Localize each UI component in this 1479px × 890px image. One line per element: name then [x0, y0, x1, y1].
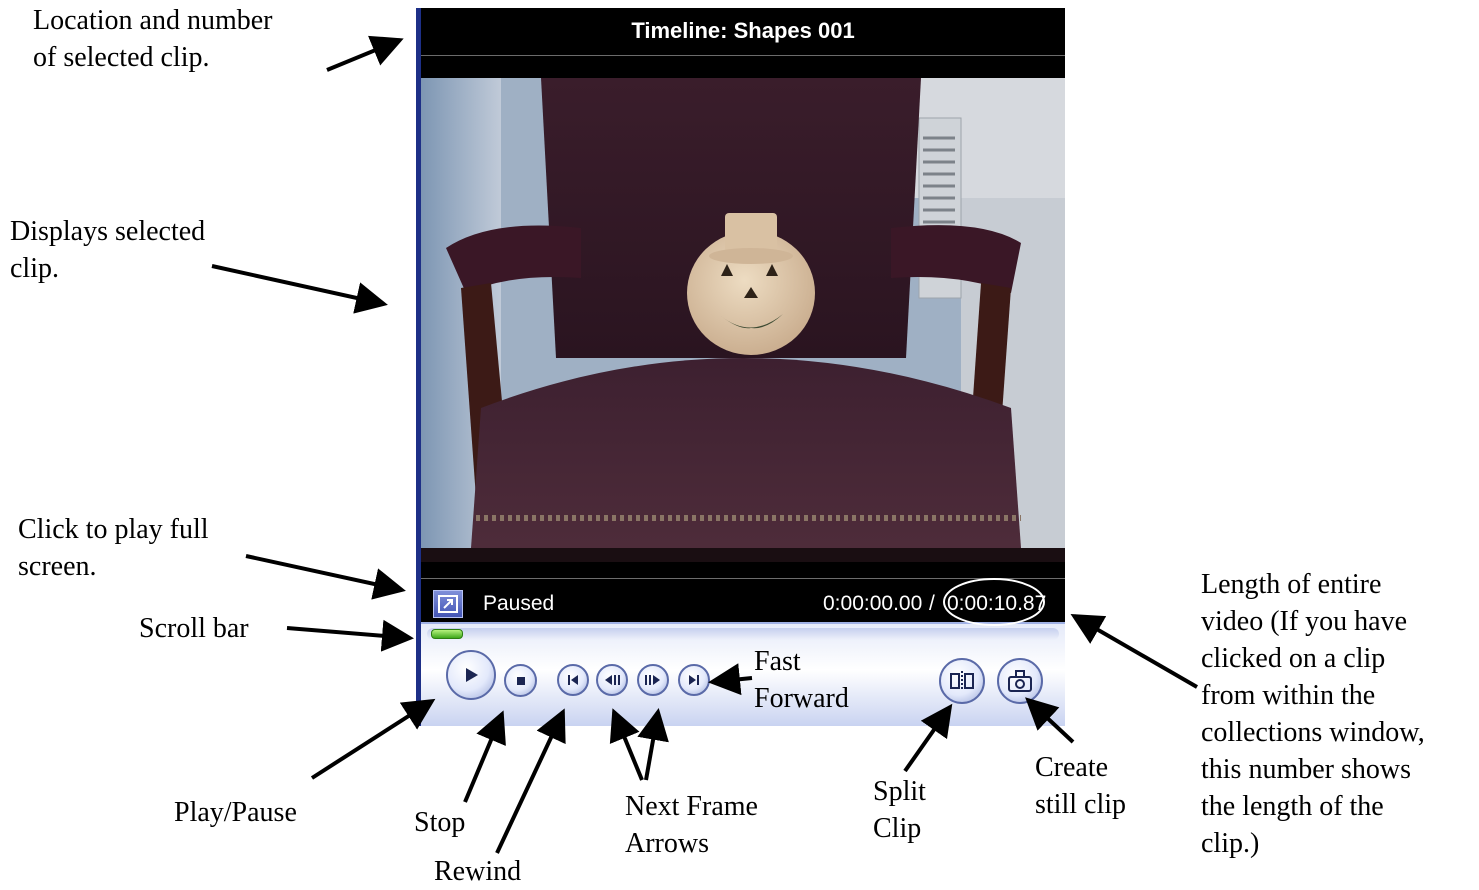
arrow-scrollbar [286, 619, 414, 652]
arrow-rewind [495, 708, 566, 854]
arrow-play-pause [310, 698, 436, 780]
next-frame-button[interactable] [637, 664, 669, 696]
previous-frame-icon [605, 675, 620, 685]
video-frame-image [421, 78, 1065, 562]
video-preview [421, 78, 1065, 562]
preview-monitor: Timeline: Shapes 001 Paused 0:00:00.00 /… [416, 8, 1065, 726]
status-divider [421, 578, 1065, 579]
annotation-split: Split Clip [873, 776, 926, 844]
playback-controls [421, 622, 1065, 726]
annotation-next-frame: Next Frame Arrows [625, 791, 758, 859]
time-separator: / [929, 592, 935, 615]
create-still-button[interactable] [997, 658, 1043, 704]
arrow-displays [211, 264, 388, 314]
play-pause-button[interactable] [446, 650, 496, 700]
annotation-scrollbar: Scroll bar [139, 613, 249, 644]
clip-title: Timeline: Shapes 001 [421, 8, 1065, 56]
camera-icon [1008, 670, 1032, 692]
previous-frame-button[interactable] [596, 664, 628, 696]
arrow-stop [463, 710, 506, 803]
annotation-location: Location and number of selected clip. [33, 5, 273, 73]
annotation-play-pause: Play/Pause [174, 797, 297, 828]
seek-scrollbar[interactable] [427, 628, 1059, 640]
next-frame-icon [645, 675, 660, 685]
rewind-button[interactable] [557, 664, 589, 696]
status-bar: Paused 0:00:00.00 / 0:00:10.87 [421, 586, 1065, 622]
stop-button[interactable] [504, 664, 537, 697]
rewind-icon [568, 675, 578, 685]
annotation-rewind: Rewind [434, 856, 522, 887]
annotation-fullscreen: Click to play full screen. [18, 514, 209, 582]
fullscreen-icon [438, 595, 458, 613]
stop-icon [516, 676, 525, 685]
seek-thumb[interactable] [431, 629, 463, 639]
total-time: 0:00:10.87 [947, 592, 1047, 615]
annotation-displays: Displays selected clip. [10, 216, 206, 284]
fullscreen-button[interactable] [433, 590, 463, 618]
annotation-still: Create still clip [1035, 752, 1126, 820]
fast-forward-icon [689, 675, 699, 685]
arrow-location [326, 35, 404, 72]
fast-forward-button[interactable] [678, 664, 710, 696]
split-clip-button[interactable] [939, 658, 985, 704]
play-icon [466, 668, 478, 682]
current-time: 0:00:00.00 [823, 592, 923, 615]
playback-status: Paused [483, 592, 555, 615]
annotation-fast-forward: Fast Forward [754, 646, 849, 714]
annotation-stop: Stop [414, 807, 466, 838]
arrow-length [1070, 614, 1198, 689]
arrow-fullscreen [245, 554, 406, 600]
split-clip-icon [950, 671, 974, 691]
annotation-length: Length of entire video (If you have clic… [1201, 569, 1425, 859]
